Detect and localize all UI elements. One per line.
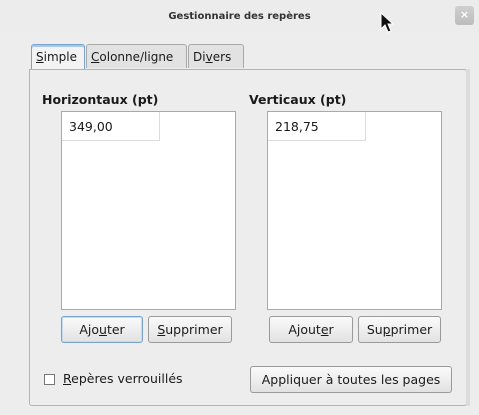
tab-simple[interactable]: Simple (31, 44, 85, 70)
locked-guides-checkbox[interactable] (44, 374, 55, 385)
horizontal-guides-title: Horizontaux (pt) (42, 92, 159, 107)
close-button[interactable]: × (455, 6, 474, 25)
vertical-guides-title: Verticaux (pt) (249, 92, 347, 107)
window-title: Gestionnaire des repères (168, 11, 311, 22)
mouse-pointer-icon (380, 12, 394, 33)
add-vertical-button[interactable]: Ajouter (269, 316, 353, 343)
close-icon: × (459, 8, 470, 21)
remove-vertical-button[interactable]: Supprimer (358, 316, 441, 343)
add-horizontal-button[interactable]: Ajouter (61, 316, 143, 343)
horizontal-guide-value[interactable]: 349,00 (62, 112, 160, 141)
vertical-guides-list[interactable]: 218,75 (267, 111, 442, 310)
vertical-guide-value[interactable]: 218,75 (268, 112, 366, 141)
apply-to-all-pages-button[interactable]: Appliquer à toutes les pages (250, 366, 452, 393)
tab-colonne-ligne[interactable]: Colonne/ligne (86, 44, 187, 68)
remove-horizontal-button[interactable]: Supprimer (148, 316, 232, 343)
locked-guides-label[interactable]: Repères verrouillés (63, 371, 183, 386)
tab-divers[interactable]: Divers (188, 44, 244, 68)
title-bar: Gestionnaire des repères × (0, 0, 479, 33)
horizontal-guides-list[interactable]: 349,00 (61, 111, 236, 310)
